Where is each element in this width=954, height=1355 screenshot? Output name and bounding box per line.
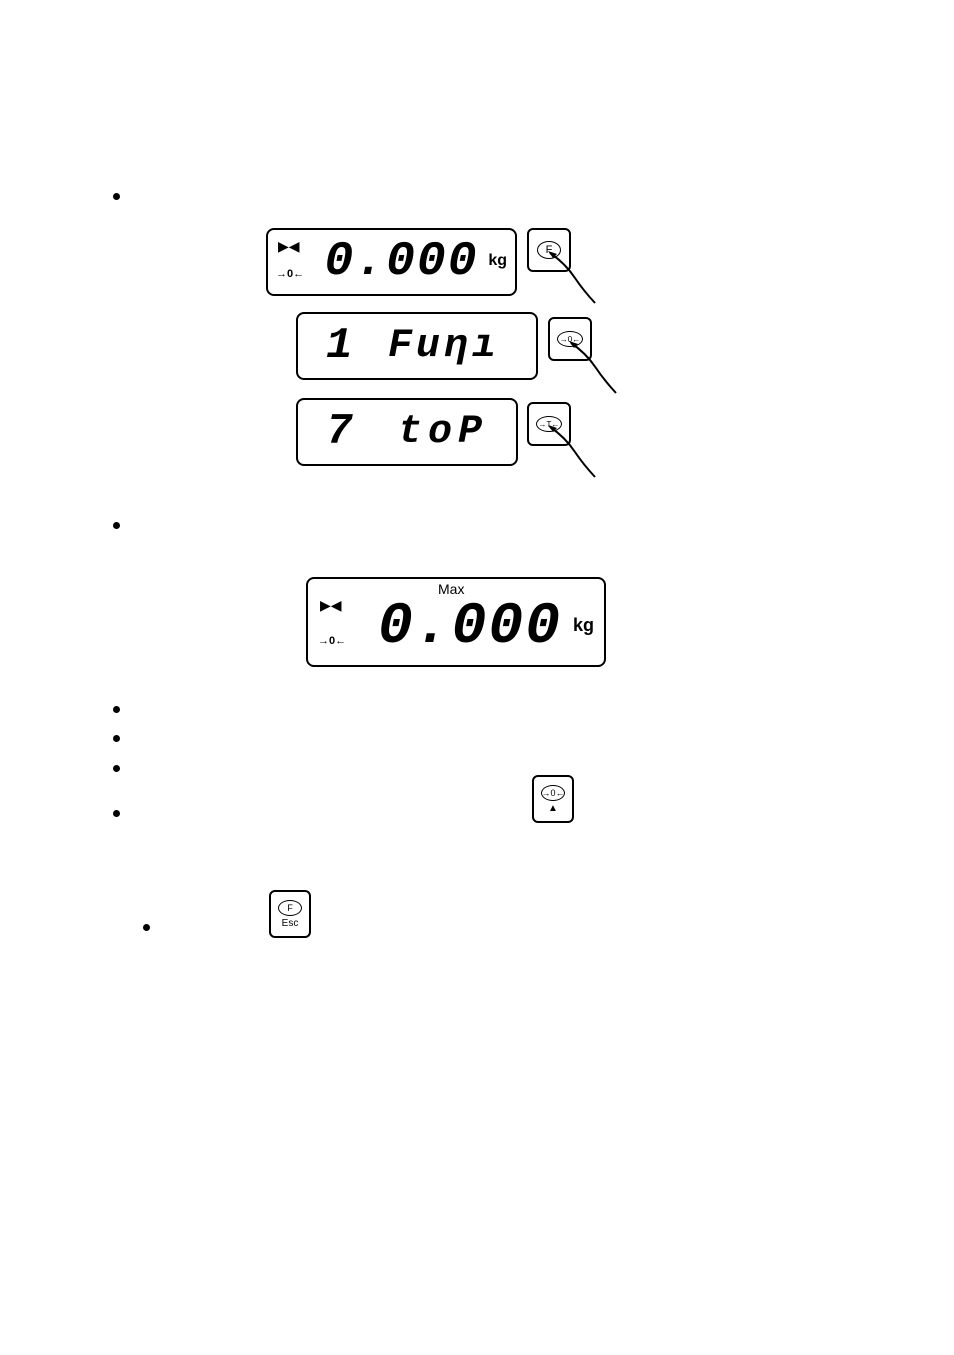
hand-icon xyxy=(545,422,605,482)
unit-kg: kg xyxy=(488,252,507,270)
bullet xyxy=(113,729,120,747)
lcd-display-4: Max ▶◀ →0← 0.000 kg xyxy=(306,577,606,667)
page: ▶◀ →0← 0.000 kg F 1 Fuηı →0← 7 toP →T← M… xyxy=(0,0,954,1355)
stable-icon: ▶◀ xyxy=(320,597,342,614)
lcd-digit: 1 xyxy=(326,321,354,371)
bullet xyxy=(143,918,150,936)
f-key-label: F xyxy=(278,900,302,916)
hand-icon xyxy=(566,338,626,398)
lcd-text: Fuηı xyxy=(388,324,500,369)
zero-key-inline[interactable]: →0← ▲ xyxy=(532,775,574,823)
zero-icon: →0← xyxy=(276,268,304,280)
lcd-display-3: 7 toP xyxy=(296,398,518,466)
lcd-display-2: 1 Fuηı xyxy=(296,312,538,380)
lcd-display-1: ▶◀ →0← 0.000 kg xyxy=(266,228,517,296)
f-esc-key[interactable]: F Esc xyxy=(269,890,311,938)
up-arrow-icon: ▲ xyxy=(548,803,558,814)
bullet xyxy=(113,759,120,777)
max-label: Max xyxy=(438,581,464,597)
bullet xyxy=(113,700,120,718)
unit-kg: kg xyxy=(573,615,594,636)
esc-label: Esc xyxy=(282,918,299,929)
bullet xyxy=(113,516,120,534)
zero-key-label: →0← xyxy=(541,785,565,801)
lcd-digit: 7 xyxy=(326,407,354,457)
lcd-text: toP xyxy=(398,410,488,455)
hand-icon xyxy=(545,248,605,308)
lcd-value: 0.000 xyxy=(378,595,562,660)
lcd-value: 0.000 xyxy=(324,235,478,289)
bullet xyxy=(113,804,120,822)
bullet xyxy=(113,187,120,205)
stable-icon: ▶◀ xyxy=(278,238,300,255)
zero-icon: →0← xyxy=(318,635,346,647)
